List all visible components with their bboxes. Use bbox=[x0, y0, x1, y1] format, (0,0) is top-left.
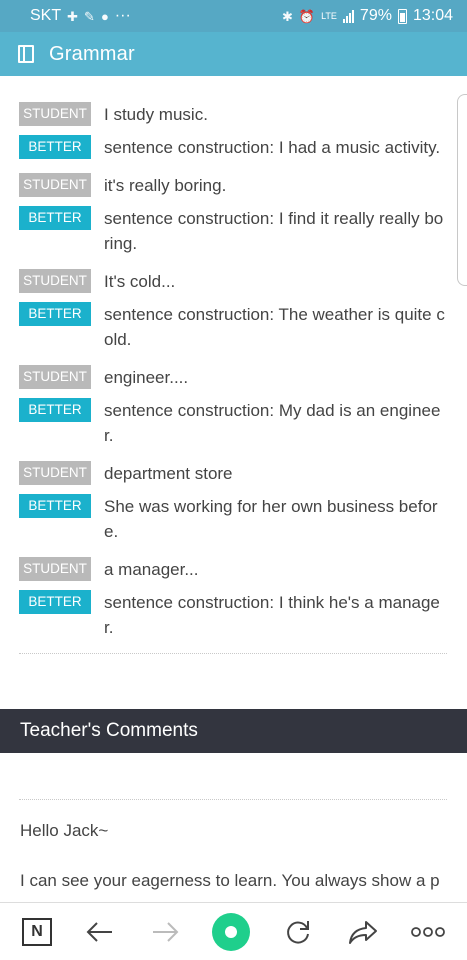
section-title: Teacher's Comments bbox=[20, 720, 198, 741]
better-sentence: sentence construction: I had a music act… bbox=[104, 138, 441, 157]
app-notification-icon: ✚ bbox=[67, 8, 79, 24]
better-tag: BETTER bbox=[19, 206, 91, 230]
battery-icon bbox=[397, 8, 407, 24]
book-icon bbox=[18, 45, 34, 63]
section-header: Teacher's Comments bbox=[0, 709, 467, 753]
divider bbox=[19, 653, 447, 654]
scrollbar-handle[interactable] bbox=[457, 94, 467, 286]
better-sentence: sentence construction: The weather is qu… bbox=[104, 305, 445, 349]
bluetooth-icon: ✱ bbox=[281, 8, 293, 24]
more-notifications: ··· bbox=[114, 7, 131, 24]
bottom-nav: N bbox=[0, 902, 467, 960]
better-sentence: sentence construction: I think he's a ma… bbox=[104, 593, 440, 637]
battery-percent: 79% bbox=[359, 7, 392, 24]
student-sentence: department store bbox=[104, 464, 233, 483]
better-tag: BETTER bbox=[19, 494, 91, 518]
better-tag: BETTER bbox=[19, 302, 91, 326]
student-tag: STUDENT bbox=[19, 102, 91, 126]
better-tag: BETTER bbox=[19, 135, 91, 159]
student-sentence: engineer.... bbox=[104, 368, 189, 387]
n-logo-icon[interactable]: N bbox=[22, 917, 52, 946]
student-tag: STUDENT bbox=[19, 269, 91, 293]
student-tag: STUDENT bbox=[19, 557, 91, 581]
student-tag: STUDENT bbox=[19, 461, 91, 485]
divider bbox=[19, 799, 447, 800]
grammar-entry: STUDENT I study music. BETTER sentence con… bbox=[19, 102, 447, 160]
back-arrow-icon[interactable] bbox=[83, 915, 117, 949]
student-sentence: a manager... bbox=[104, 560, 199, 579]
student-sentence: I study music. bbox=[104, 105, 208, 124]
forward-arrow-icon[interactable] bbox=[148, 915, 182, 949]
share-icon[interactable] bbox=[346, 915, 380, 949]
refresh-icon[interactable] bbox=[281, 915, 315, 949]
grammar-entry: STUDENT it's really boring. BETTER sentenc… bbox=[19, 173, 447, 256]
tool-notification-icon: ✎ bbox=[84, 8, 95, 24]
main-content[interactable]: STUDENT I study music. BETTER sentence con… bbox=[0, 76, 467, 910]
better-tag: BETTER bbox=[19, 398, 91, 422]
student-tag: STUDENT bbox=[19, 365, 91, 389]
better-sentence: She was working for her own business bef… bbox=[104, 497, 438, 541]
student-sentence: it's really boring. bbox=[104, 176, 227, 195]
carrier-label: SKT bbox=[30, 7, 62, 24]
better-sentence: sentence construction: I find it really … bbox=[104, 209, 444, 253]
status-bar: SKT ✚ ✎ ● ··· ✱ ⏰ LTE 79% 13:04 bbox=[0, 0, 467, 32]
better-sentence: sentence construction: My dad is an engi… bbox=[104, 401, 441, 445]
talk-notification-icon: ● bbox=[100, 8, 109, 24]
grammar-entry: STUDENT It's cold... BETTER sentence const… bbox=[19, 269, 447, 352]
grammar-list: STUDENT I study music. BETTER sentence con… bbox=[0, 76, 467, 640]
student-sentence: It's cold... bbox=[104, 272, 176, 291]
alarm-icon: ⏰ bbox=[298, 8, 316, 24]
comment-greeting: Hello Jack~ bbox=[20, 821, 109, 840]
signal-icon bbox=[342, 9, 354, 23]
page-title: Grammar bbox=[49, 42, 135, 65]
comment-body: I can see your eagerness to learn. You a… bbox=[20, 871, 440, 890]
home-icon[interactable] bbox=[212, 912, 251, 951]
clock: 13:04 bbox=[412, 7, 453, 24]
better-tag: BETTER bbox=[19, 590, 91, 614]
more-icon[interactable] bbox=[411, 915, 445, 949]
student-tag: STUDENT bbox=[19, 173, 91, 197]
network-type: LTE bbox=[321, 11, 337, 21]
grammar-entry: STUDENT a manager... BETTER sentence const… bbox=[19, 557, 447, 640]
app-header: Grammar bbox=[0, 32, 467, 76]
grammar-entry: STUDENT engineer.... BETTER sentence const… bbox=[19, 365, 447, 448]
grammar-entry: STUDENT department store BETTER She was wo… bbox=[19, 461, 447, 544]
